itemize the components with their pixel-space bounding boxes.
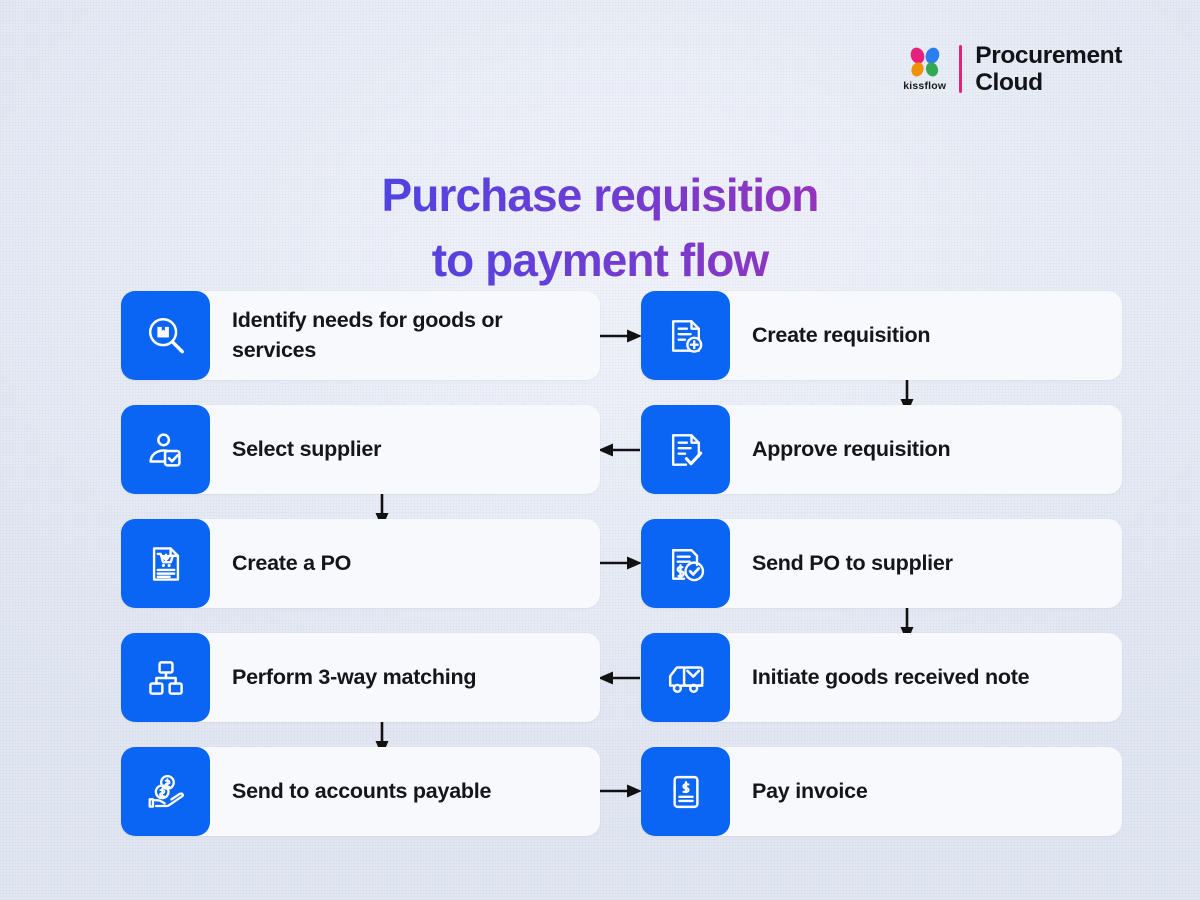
step-card-select-supplier[interactable]: Select supplier (121, 405, 600, 494)
step-label: Send PO to supplier (752, 550, 953, 575)
step-card-send-to-accounts-payable[interactable]: Send to accounts payable (121, 747, 600, 836)
step-card-three-way-matching[interactable]: Perform 3-way matching (121, 633, 600, 722)
product-name: Procurement Cloud (975, 42, 1122, 97)
product-name-line1: Procurement (975, 42, 1122, 69)
process-flow: Identify needs for goods or services Cre… (0, 291, 1200, 836)
brand-divider (959, 45, 963, 94)
step-card-send-po-to-supplier[interactable]: Send PO to supplier (641, 519, 1122, 608)
brand-lockup: kissflow Procurement Cloud (903, 42, 1122, 97)
step-card-identify-needs[interactable]: Identify needs for goods or services (121, 291, 600, 380)
kissflow-wordmark: kissflow (903, 80, 947, 93)
invoice-approved-icon (641, 519, 730, 608)
flow-row-4: Perform 3-way matching Initiate goods re… (0, 633, 1200, 722)
step-label: Pay invoice (752, 778, 868, 803)
step-label: Select supplier (232, 436, 382, 461)
step-label: Approve requisition (752, 436, 951, 461)
flow-row-2: Select supplier Approve requisition (0, 405, 1200, 494)
step-label: Create requisition (752, 322, 931, 347)
step-card-create-requisition[interactable]: Create requisition (641, 291, 1122, 380)
kissflow-logo: kissflow (903, 47, 946, 92)
flow-row-3: Create a PO Send PO to supplier (0, 519, 1200, 608)
page-title: Purchase requisition to payment flow (0, 163, 1200, 294)
step-card-pay-invoice[interactable]: Pay invoice (641, 747, 1122, 836)
three-way-match-icon (121, 633, 210, 722)
step-label: Identify needs for goods or services (232, 308, 503, 362)
document-cart-icon (121, 519, 210, 608)
infographic-canvas: kissflow Procurement Cloud Purchase requ… (0, 0, 1200, 900)
step-card-create-po[interactable]: Create a PO (121, 519, 600, 608)
document-check-icon (641, 405, 730, 494)
package-search-icon (121, 291, 210, 380)
step-label: Create a PO (232, 550, 352, 575)
document-plus-icon (641, 291, 730, 380)
invoice-dollar-icon (641, 747, 730, 836)
step-card-approve-requisition[interactable]: Approve requisition (641, 405, 1122, 494)
flow-row-5: Send to accounts payable Pay invoice (0, 747, 1200, 836)
step-label: Initiate goods received note (752, 664, 1030, 689)
butterfly-icon (910, 47, 939, 77)
step-card-goods-received-note[interactable]: Initiate goods received note (641, 633, 1122, 722)
supplier-check-icon (121, 405, 210, 494)
hand-coins-icon (121, 747, 210, 836)
product-name-line2: Cloud (975, 69, 1043, 97)
page-title-line2: to payment flow (0, 228, 1200, 293)
step-label: Perform 3-way matching (232, 664, 477, 689)
step-label: Send to accounts payable (232, 778, 492, 803)
page-title-line1: Purchase requisition (0, 163, 1200, 228)
flow-row-1: Identify needs for goods or services Cre… (0, 291, 1200, 380)
delivery-truck-icon (641, 633, 730, 722)
